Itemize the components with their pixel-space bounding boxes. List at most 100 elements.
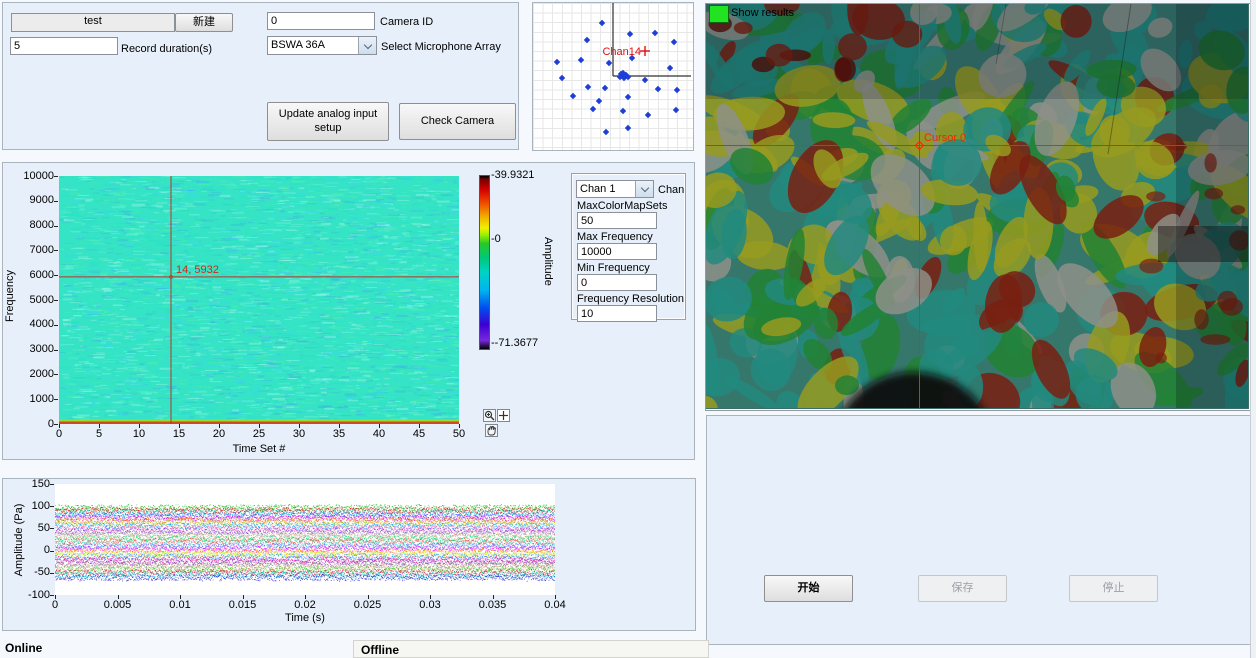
pan-tool-icon[interactable] (485, 424, 498, 437)
axis-tick (368, 595, 369, 599)
axis-tick (50, 595, 54, 596)
spectrogram-x-tick: 40 (364, 428, 394, 440)
axis-tick (339, 424, 340, 428)
microphone-array-label: Select Microphone Array (381, 41, 501, 53)
axis-tick (99, 424, 100, 428)
zoom-tool-icon[interactable] (483, 409, 496, 422)
spectrogram-y-tick: 8000 (12, 219, 54, 231)
spectrogram-y-tick: 2000 (12, 368, 54, 380)
microphone-array-select[interactable]: BSWA 36A (267, 36, 377, 55)
axis-tick (54, 399, 58, 400)
save-button[interactable]: 保存 (918, 575, 1007, 602)
spectrogram-y-tick: 6000 (12, 269, 54, 281)
spectrogram-x-tick: 35 (324, 428, 354, 440)
spectrogram-x-tick: 25 (244, 428, 274, 440)
setting-label: Min Frequency (577, 262, 650, 274)
spectrogram-x-tick: 5 (84, 428, 114, 440)
axis-tick (139, 424, 140, 428)
axis-tick (54, 275, 58, 276)
setting-label: Frequency Resolution (577, 293, 684, 305)
setting-input[interactable] (577, 274, 657, 291)
channel-select[interactable]: Chan 1 (576, 180, 654, 198)
chevron-down-icon (363, 40, 371, 48)
axis-tick (379, 424, 380, 428)
spectrogram-x-tick: 30 (284, 428, 314, 440)
axis-tick (430, 595, 431, 599)
svg-text:Chan14: Chan14 (602, 46, 641, 58)
axis-tick (555, 595, 556, 599)
axis-tick (299, 424, 300, 428)
camera-id-label: Camera ID (380, 16, 433, 28)
combo-arrow-button[interactable] (358, 37, 376, 54)
axis-tick (54, 300, 58, 301)
axis-tick (493, 595, 494, 599)
spectrogram-plot[interactable] (59, 176, 459, 424)
svg-text:Cursor 0: Cursor 0 (924, 132, 966, 144)
record-duration-input[interactable] (10, 37, 118, 55)
axis-tick (54, 201, 58, 202)
colorbar-zero-label: -0 (491, 233, 501, 245)
setting-label: Max Frequency (577, 231, 653, 243)
waveform-x-tick: 0.01 (158, 599, 202, 611)
test-name-value: test (84, 15, 102, 27)
waveform-x-tick: 0 (33, 599, 77, 611)
setting-input[interactable] (577, 212, 657, 229)
spectrogram-x-tick: 10 (124, 428, 154, 440)
spectrogram-x-tick: 45 (404, 428, 434, 440)
record-duration-label: Record duration(s) (121, 43, 212, 55)
colorbar-title: Amplitude (542, 237, 554, 286)
spectrogram-xlabel: Time Set # (199, 443, 319, 455)
axis-tick (54, 226, 58, 227)
check-camera-button[interactable]: Check Camera (399, 103, 516, 140)
axis-tick (305, 595, 306, 599)
channel-combo-arrow[interactable] (635, 181, 653, 197)
axis-tick (54, 350, 58, 351)
show-results-led[interactable] (709, 5, 729, 23)
spectrogram-x-tick: 15 (164, 428, 194, 440)
setup-panel: test 新建 Record duration(s) Camera ID BSW… (2, 2, 519, 150)
stop-button[interactable]: 停止 (1069, 575, 1158, 602)
waveform-plot[interactable] (55, 484, 555, 595)
waveform-xlabel: Time (s) (245, 612, 365, 624)
chevron-down-icon (640, 184, 648, 192)
camera-view[interactable]: Cursor 0 Show results (705, 3, 1251, 411)
waveform-x-tick: 0.035 (471, 599, 515, 611)
axis-tick (243, 595, 244, 599)
cursor-tool-icon[interactable] (497, 409, 510, 422)
spectrogram-y-tick: 9000 (12, 194, 54, 206)
setting-input[interactable] (577, 243, 657, 260)
offline-status-label: Offline (361, 643, 399, 657)
spectrogram-y-tick: 5000 (12, 294, 54, 306)
waveform-y-tick: 150 (8, 478, 50, 490)
spectrogram-y-tick: 4000 (12, 318, 54, 330)
axis-tick (50, 528, 54, 529)
acoustic-map-image: Cursor 0 (706, 4, 1248, 408)
test-name-field[interactable]: test (11, 13, 175, 32)
camera-id-input[interactable] (267, 12, 375, 30)
offline-status-bar: Offline (353, 640, 709, 658)
mic-array-geometry: Chan14 (533, 3, 691, 148)
microphone-array-value: BSWA 36A (268, 37, 358, 54)
spectrogram-y-tick: 1000 (12, 393, 54, 405)
axis-tick (419, 424, 420, 428)
axis-tick (54, 325, 58, 326)
spectrogram-y-tick: 3000 (12, 343, 54, 355)
new-button[interactable]: 新建 (175, 13, 233, 32)
spectrogram-x-tick: 0 (44, 428, 74, 440)
window-scrollbar[interactable] (1250, 0, 1256, 658)
update-analog-input-button[interactable]: Update analog input setup (267, 102, 389, 141)
axis-tick (50, 506, 54, 507)
axis-tick (55, 595, 56, 599)
waveform-x-tick: 0.005 (96, 599, 140, 611)
axis-tick (459, 424, 460, 428)
control-panel: 开始 保存 停止 (706, 415, 1252, 645)
axis-tick (180, 595, 181, 599)
colorbar-max-label: -39.9321 (491, 169, 534, 181)
start-button[interactable]: 开始 (764, 575, 853, 602)
axis-tick (179, 424, 180, 428)
mic-array-plot[interactable]: Chan14 (532, 2, 694, 151)
axis-tick (59, 424, 60, 428)
setting-input[interactable] (577, 305, 657, 322)
spectrogram-y-tick: 10000 (12, 170, 54, 182)
axis-tick (219, 424, 220, 428)
